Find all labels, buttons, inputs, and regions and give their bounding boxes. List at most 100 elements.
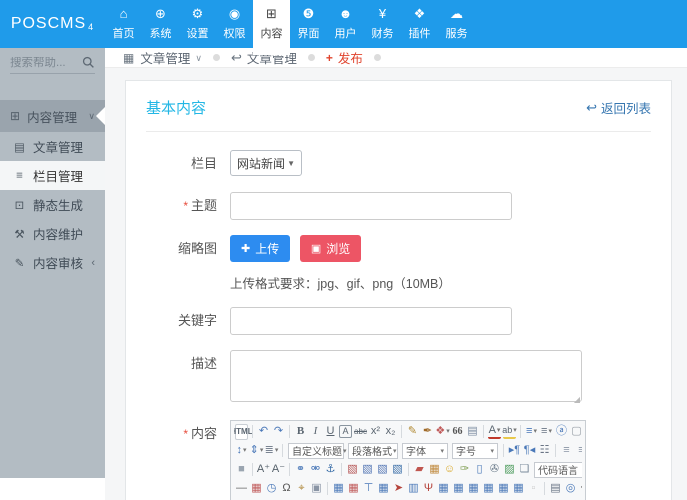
flash-icon[interactable]: ▰ [413,462,426,478]
delete-row-icon[interactable]: ▦ [452,481,465,497]
nav-item-system[interactable]: ⊕ 系统 [142,0,179,48]
nav-item-services[interactable]: ☁ 服务 [438,0,475,48]
pin-icon[interactable]: ➤ [392,481,405,497]
insert-table-icon[interactable]: ▦ [332,481,345,497]
nav-item-users[interactable]: ☻ 用户 [327,0,364,48]
highlight-icon[interactable]: ab▾ [503,425,516,439]
time-icon[interactable]: ◷ [265,481,278,497]
new-page-icon[interactable]: ▢ [570,424,582,440]
column-select[interactable]: 网站新闻 ▼ [230,150,302,176]
search-replace-icon[interactable]: ✣ [579,481,582,497]
nav-item-interface[interactable]: ❺ 界面 [290,0,327,48]
merge-cells-icon[interactable]: ▦ [497,481,510,497]
search-icon[interactable] [82,56,95,69]
align-left-icon[interactable]: ≡ [560,443,573,459]
sidebar-item-article-management[interactable]: ▤ 文章管理 [0,132,105,161]
horizontal-rule-icon[interactable]: — [235,481,248,497]
table-props-icon[interactable]: ▦ [347,481,360,497]
font-size-select[interactable]: 字号▾ [452,443,498,459]
edit-page-icon[interactable]: ❏ [518,462,531,478]
superscript-icon[interactable]: x² [369,424,382,440]
nav-item-finance[interactable]: ¥ 财务 [364,0,401,48]
upload-button[interactable]: ✚ 上传 [230,235,290,262]
print-icon[interactable]: ▤ [549,481,562,497]
format-brush-icon[interactable]: ✒ [421,424,434,440]
table-footer-icon[interactable]: ▦ [377,481,390,497]
insert-row-icon[interactable]: ▦ [437,481,450,497]
keywords-input[interactable] [230,307,512,335]
paste-icon[interactable]: ▤ [466,424,479,440]
delete-col-icon[interactable]: ▦ [482,481,495,497]
font-smaller-icon[interactable]: A⁻ [272,462,285,478]
search-input[interactable] [10,57,82,69]
paragraph-layout-icon[interactable]: ☷ [538,443,551,459]
blockquote-icon[interactable]: 66 [451,424,464,440]
image-right-icon[interactable]: ▧ [361,462,374,478]
attachment-icon[interactable]: ✇ [488,462,501,478]
emoticon-icon[interactable]: ☺ [443,462,456,478]
source-code-button[interactable]: HTML [235,424,248,440]
calendar-icon[interactable]: ▦ [250,481,263,497]
sidebar-group-content-management[interactable]: ⊞ 内容管理 ∨ [0,100,105,132]
split-cells-icon[interactable]: ▦ [512,481,525,497]
anchor-icon[interactable]: ⚓ [324,462,337,478]
table-header-icon[interactable]: ⊤ [362,481,375,497]
custom-title-select[interactable]: 自定义标题▾ [288,443,344,459]
breadcrumb-section[interactable]: 文章管理 [140,48,190,67]
graffiti-icon[interactable]: ✑ [458,462,471,478]
format-pencil-icon[interactable]: ✎ [406,424,419,440]
nav-item-settings[interactable]: ⚙ 设置 [179,0,216,48]
subject-input[interactable] [230,192,512,220]
italic-icon[interactable]: I [309,424,322,440]
preview-icon[interactable]: ◎ [564,481,577,497]
paragraph-spacing-icon[interactable]: ⇕▾ [250,443,263,459]
image-center-icon[interactable]: ▧ [376,462,389,478]
border-text-icon[interactable]: A [339,425,352,438]
image-left-icon[interactable]: ▧ [346,462,359,478]
sidebar-item-category-management[interactable]: ≡ 栏目管理 [0,161,105,190]
browse-button[interactable]: ▣ 浏览 [300,235,361,262]
code-language-select[interactable]: 代码语言▾ [534,462,582,478]
album-icon[interactable]: ▨ [503,462,516,478]
underline-icon[interactable]: U [324,424,337,440]
align-center-icon[interactable]: ≡ [575,443,582,459]
paragraph-format-select[interactable]: 段落格式▾ [348,443,398,459]
link-icon[interactable]: ⚭ [294,462,307,478]
bold-icon[interactable]: B [294,424,307,440]
return-to-list-link[interactable]: ↩ 返回列表 [586,98,651,117]
anchor-name-icon[interactable]: ⓐ [555,424,568,440]
rtl-icon[interactable]: ¶◂ [523,443,536,459]
font-color-icon[interactable]: A▾ [488,425,501,439]
unordered-list-icon[interactable]: ≡▾ [540,424,553,440]
screenshot-icon[interactable]: ▣ [310,481,323,497]
sidebar-item-content-maintenance[interactable]: ⚒ 内容维护 [0,219,105,248]
special-char-icon[interactable]: Ω [280,481,293,497]
sidebar-item-content-review[interactable]: ✎ 内容审核 ‹ [0,248,105,277]
image-block-icon[interactable]: ▧ [391,462,404,478]
map-icon[interactable]: ⌖ [295,481,308,497]
strikethrough-icon[interactable]: abc [354,424,367,440]
ltr-icon[interactable]: ▸¶ [508,443,521,459]
nav-item-home[interactable]: ⌂ 首页 [105,0,142,48]
font-family-select[interactable]: 字体▾ [402,443,448,459]
disabled-icon[interactable]: ▫ [527,481,540,497]
insert-col-icon[interactable]: ▦ [467,481,480,497]
background-color-icon[interactable]: ■ [235,462,248,478]
color-palette-icon[interactable]: ❖▾ [436,424,449,440]
list-style-icon[interactable]: ≣▾ [265,443,278,459]
breadcrumb-publish-tab[interactable]: + 发布 [326,48,363,67]
sidebar-item-static-generation[interactable]: ⊡ 静态生成 [0,190,105,219]
line-height-icon[interactable]: ↕▾ [235,443,248,459]
nav-item-content[interactable]: ⊞ 内容 [253,0,290,55]
description-textarea[interactable] [230,350,582,402]
subscript-icon[interactable]: x₂ [384,424,397,440]
media-icon[interactable]: ▦ [428,462,441,478]
ordered-list-icon[interactable]: ≡▾ [525,424,538,440]
unlink-icon[interactable]: ⚮ [309,462,322,478]
nav-item-plugins[interactable]: ❖ 插件 [401,0,438,48]
redo-icon[interactable]: ↷ [272,424,285,440]
undo-icon[interactable]: ↶ [257,424,270,440]
filter-icon[interactable]: Ψ [422,481,435,497]
font-larger-icon[interactable]: A⁺ [257,462,270,478]
nav-item-permissions[interactable]: ◉ 权限 [216,0,253,48]
